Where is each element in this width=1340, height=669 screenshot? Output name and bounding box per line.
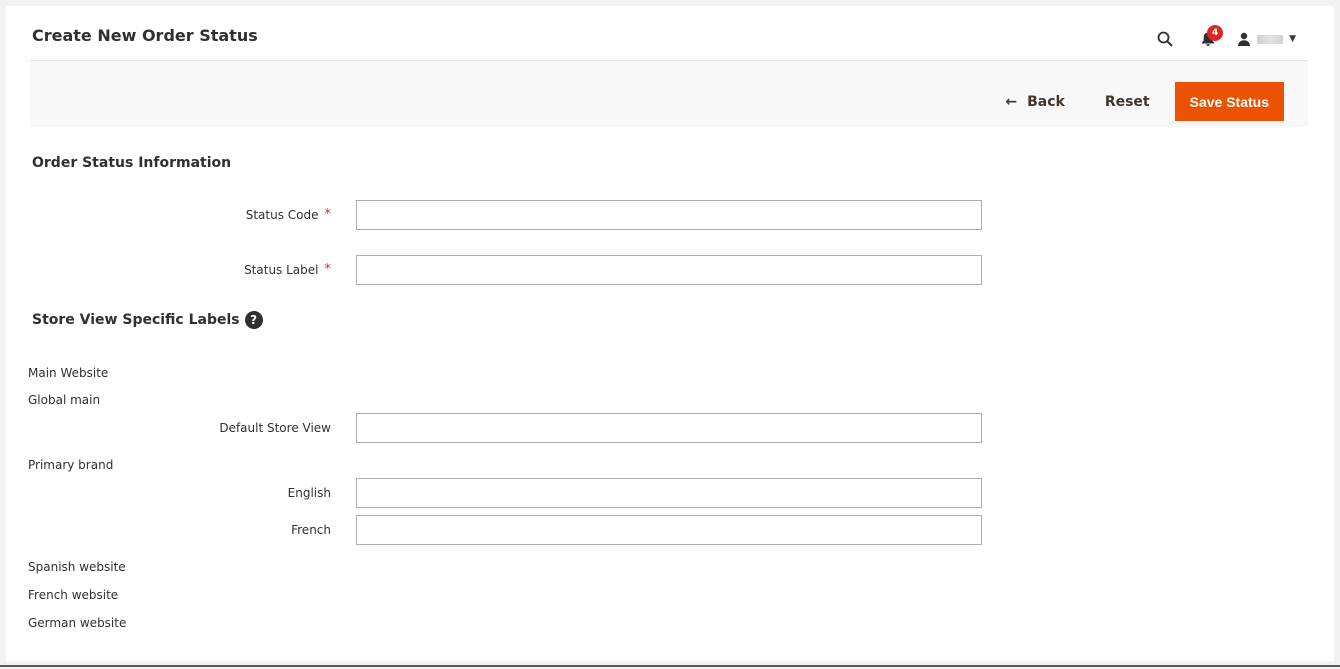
caret-down-icon: ▼ — [1289, 34, 1296, 44]
arrow-left-icon: ← — [1005, 93, 1018, 110]
page-container: Create New Order Status 4 ▼ ← Back Reset… — [6, 6, 1334, 661]
question-circle-icon[interactable]: ? — [244, 311, 263, 329]
french-store-view-input[interactable] — [356, 515, 982, 545]
required-asterisk: * — [324, 262, 332, 277]
status-label-input[interactable] — [356, 255, 982, 285]
status-code-input[interactable] — [356, 200, 982, 230]
search-icon — [1157, 31, 1173, 47]
notifications-button[interactable]: 4 — [1197, 25, 1224, 49]
notifications-badge: 4 — [1207, 25, 1224, 41]
status-code-label: Status Code * — [246, 200, 331, 229]
scope-global-main: Global main — [28, 393, 101, 407]
user-account-menu[interactable]: ▼ — [1237, 32, 1296, 46]
user-name-redacted — [1257, 34, 1284, 44]
store-view-specific-labels-title: Store View Specific Labels ? — [32, 311, 263, 329]
default-store-view-input[interactable] — [356, 413, 982, 443]
required-asterisk: * — [324, 207, 332, 222]
page-title: Create New Order Status — [32, 26, 258, 45]
french-label-text: French — [291, 522, 331, 537]
page-actions-bar: ← Back Reset Save Status — [30, 60, 1308, 127]
english-store-view-input[interactable] — [356, 478, 982, 508]
order-status-information-title: Order Status Information — [32, 155, 232, 171]
scope-spanish-website: Spanish website — [28, 560, 126, 574]
back-button-label: Back — [1027, 93, 1065, 110]
scope-main-website: Main Website — [28, 366, 109, 380]
store-view-specific-labels-text: Store View Specific Labels — [32, 312, 240, 328]
status-label-label-text: Status Label — [244, 262, 319, 277]
english-label: English — [288, 478, 331, 507]
reset-button[interactable]: Reset — [1105, 94, 1150, 110]
default-store-view-label: Default Store View — [219, 413, 331, 442]
english-label-text: English — [287, 485, 331, 500]
user-icon — [1238, 32, 1251, 46]
save-status-button[interactable]: Save Status — [1174, 82, 1284, 121]
default-store-view-label-text: Default Store View — [219, 420, 331, 435]
scope-german-website: German website — [28, 616, 127, 630]
french-label: French — [291, 515, 331, 544]
bottom-divider — [0, 665, 1340, 667]
status-code-label-text: Status Code — [245, 207, 319, 222]
search-button[interactable] — [1155, 29, 1175, 49]
header-actions: 4 ▼ — [1155, 24, 1296, 54]
scope-french-website: French website — [28, 588, 119, 602]
back-button[interactable]: ← Back — [1005, 94, 1064, 110]
status-label-label: Status Label * — [244, 255, 331, 284]
scope-primary-brand: Primary brand — [28, 458, 114, 472]
action-buttons: ← Back Reset Save Status — [1005, 82, 1284, 121]
